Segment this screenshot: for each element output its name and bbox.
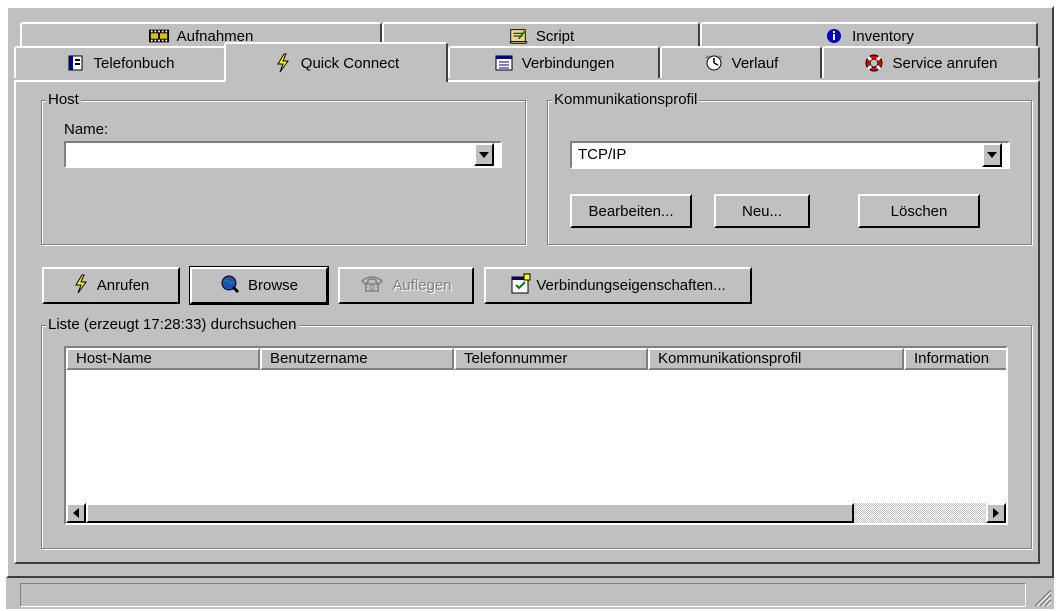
lightning-icon: [73, 274, 89, 298]
chevron-down-icon: [987, 152, 997, 158]
call-button-label: Anrufen: [96, 277, 150, 294]
lifebuoy-icon: [864, 54, 884, 72]
profile-group-legend: Kommunikationsprofil: [552, 91, 700, 108]
column-header-information[interactable]: Information: [904, 348, 1006, 370]
connections-list-icon: [494, 55, 514, 71]
browse-button-label: Browse: [247, 277, 299, 294]
script-scroll-icon: [508, 28, 528, 44]
tab-label: Inventory: [852, 27, 914, 45]
tab-inventory[interactable]: Inventory: [700, 22, 1038, 48]
tab-label: Verlauf: [731, 54, 779, 72]
host-group-legend: Host: [46, 91, 81, 108]
profile-delete-button[interactable]: Löschen: [858, 194, 980, 228]
film-icon: [148, 28, 169, 44]
hangup-button[interactable]: Auflegen: [338, 267, 474, 304]
host-group: Host Name:: [41, 91, 526, 245]
quick-connect-panel: Host Name: Kommunikationsprofil TCP/IP B…: [14, 80, 1040, 564]
arrow-left-icon: [73, 508, 79, 518]
connection-properties-button[interactable]: Verbindungseigenschaften...: [484, 267, 752, 304]
scroll-left-button[interactable]: [66, 503, 86, 523]
column-header-host-name[interactable]: Host-Name: [66, 348, 260, 370]
column-header-user-name[interactable]: Benutzername: [260, 348, 454, 370]
tab-label: Telefonbuch: [93, 54, 175, 72]
column-header-phone-number[interactable]: Telefonnummer: [454, 348, 648, 370]
hangup-button-label: Auflegen: [392, 277, 452, 294]
horizontal-scroll-thumb[interactable]: [86, 503, 854, 523]
lightning-icon: [273, 53, 293, 73]
profile-edit-button[interactable]: Bearbeiten...: [570, 194, 692, 228]
host-list-view[interactable]: Host-Name Benutzername Telefonnummer Kom…: [64, 346, 1008, 525]
profile-group: Kommunikationsprofil TCP/IP Bearbeiten..…: [547, 91, 1032, 245]
clock-icon: [704, 55, 724, 71]
phonebook-icon: [66, 55, 86, 71]
arrow-right-icon: [993, 508, 999, 518]
info-icon: [824, 28, 844, 44]
tab-telefonbuch[interactable]: Telefonbuch: [14, 46, 226, 78]
status-bar-pane: [20, 583, 1026, 607]
properties-sheet-icon: [510, 273, 532, 299]
tab-quick-connect[interactable]: Quick Connect: [224, 42, 448, 82]
horizontal-scrollbar[interactable]: [66, 503, 1006, 523]
tab-verbindungen[interactable]: Verbindungen: [448, 46, 660, 78]
scroll-right-button[interactable]: [986, 503, 1006, 523]
host-name-dropdown-button[interactable]: [474, 143, 494, 166]
host-name-label: Name:: [64, 121, 109, 138]
column-header-comm-profile[interactable]: Kommunikationsprofil: [648, 348, 904, 370]
host-list-group: Liste (erzeugt 17:28:33) durchsuchen Hos…: [41, 316, 1032, 549]
tab-verlauf[interactable]: Verlauf: [660, 46, 822, 78]
status-bar: [6, 578, 1054, 609]
tab-label: Verbindungen: [521, 54, 615, 72]
profile-new-button[interactable]: Neu...: [714, 194, 810, 228]
globe-search-icon: [220, 274, 240, 298]
browse-button[interactable]: Browse: [189, 266, 329, 305]
call-button[interactable]: Anrufen: [42, 267, 180, 304]
resize-grip-icon[interactable]: [1030, 585, 1052, 607]
host-name-input[interactable]: [64, 141, 502, 168]
profile-select[interactable]: TCP/IP: [570, 141, 1010, 169]
tab-label: Quick Connect: [300, 54, 400, 72]
host-list-legend: Liste (erzeugt 17:28:33) durchsuchen: [46, 316, 299, 333]
tab-label: Service anrufen: [892, 54, 998, 72]
profile-dropdown-button[interactable]: [982, 143, 1002, 167]
tab-label: Script: [535, 27, 575, 45]
connection-properties-label: Verbindungseigenschaften...: [536, 277, 726, 294]
tab-service-anrufen[interactable]: Service anrufen: [822, 46, 1040, 78]
chevron-down-icon: [479, 151, 489, 158]
telephone-icon: [360, 275, 384, 297]
